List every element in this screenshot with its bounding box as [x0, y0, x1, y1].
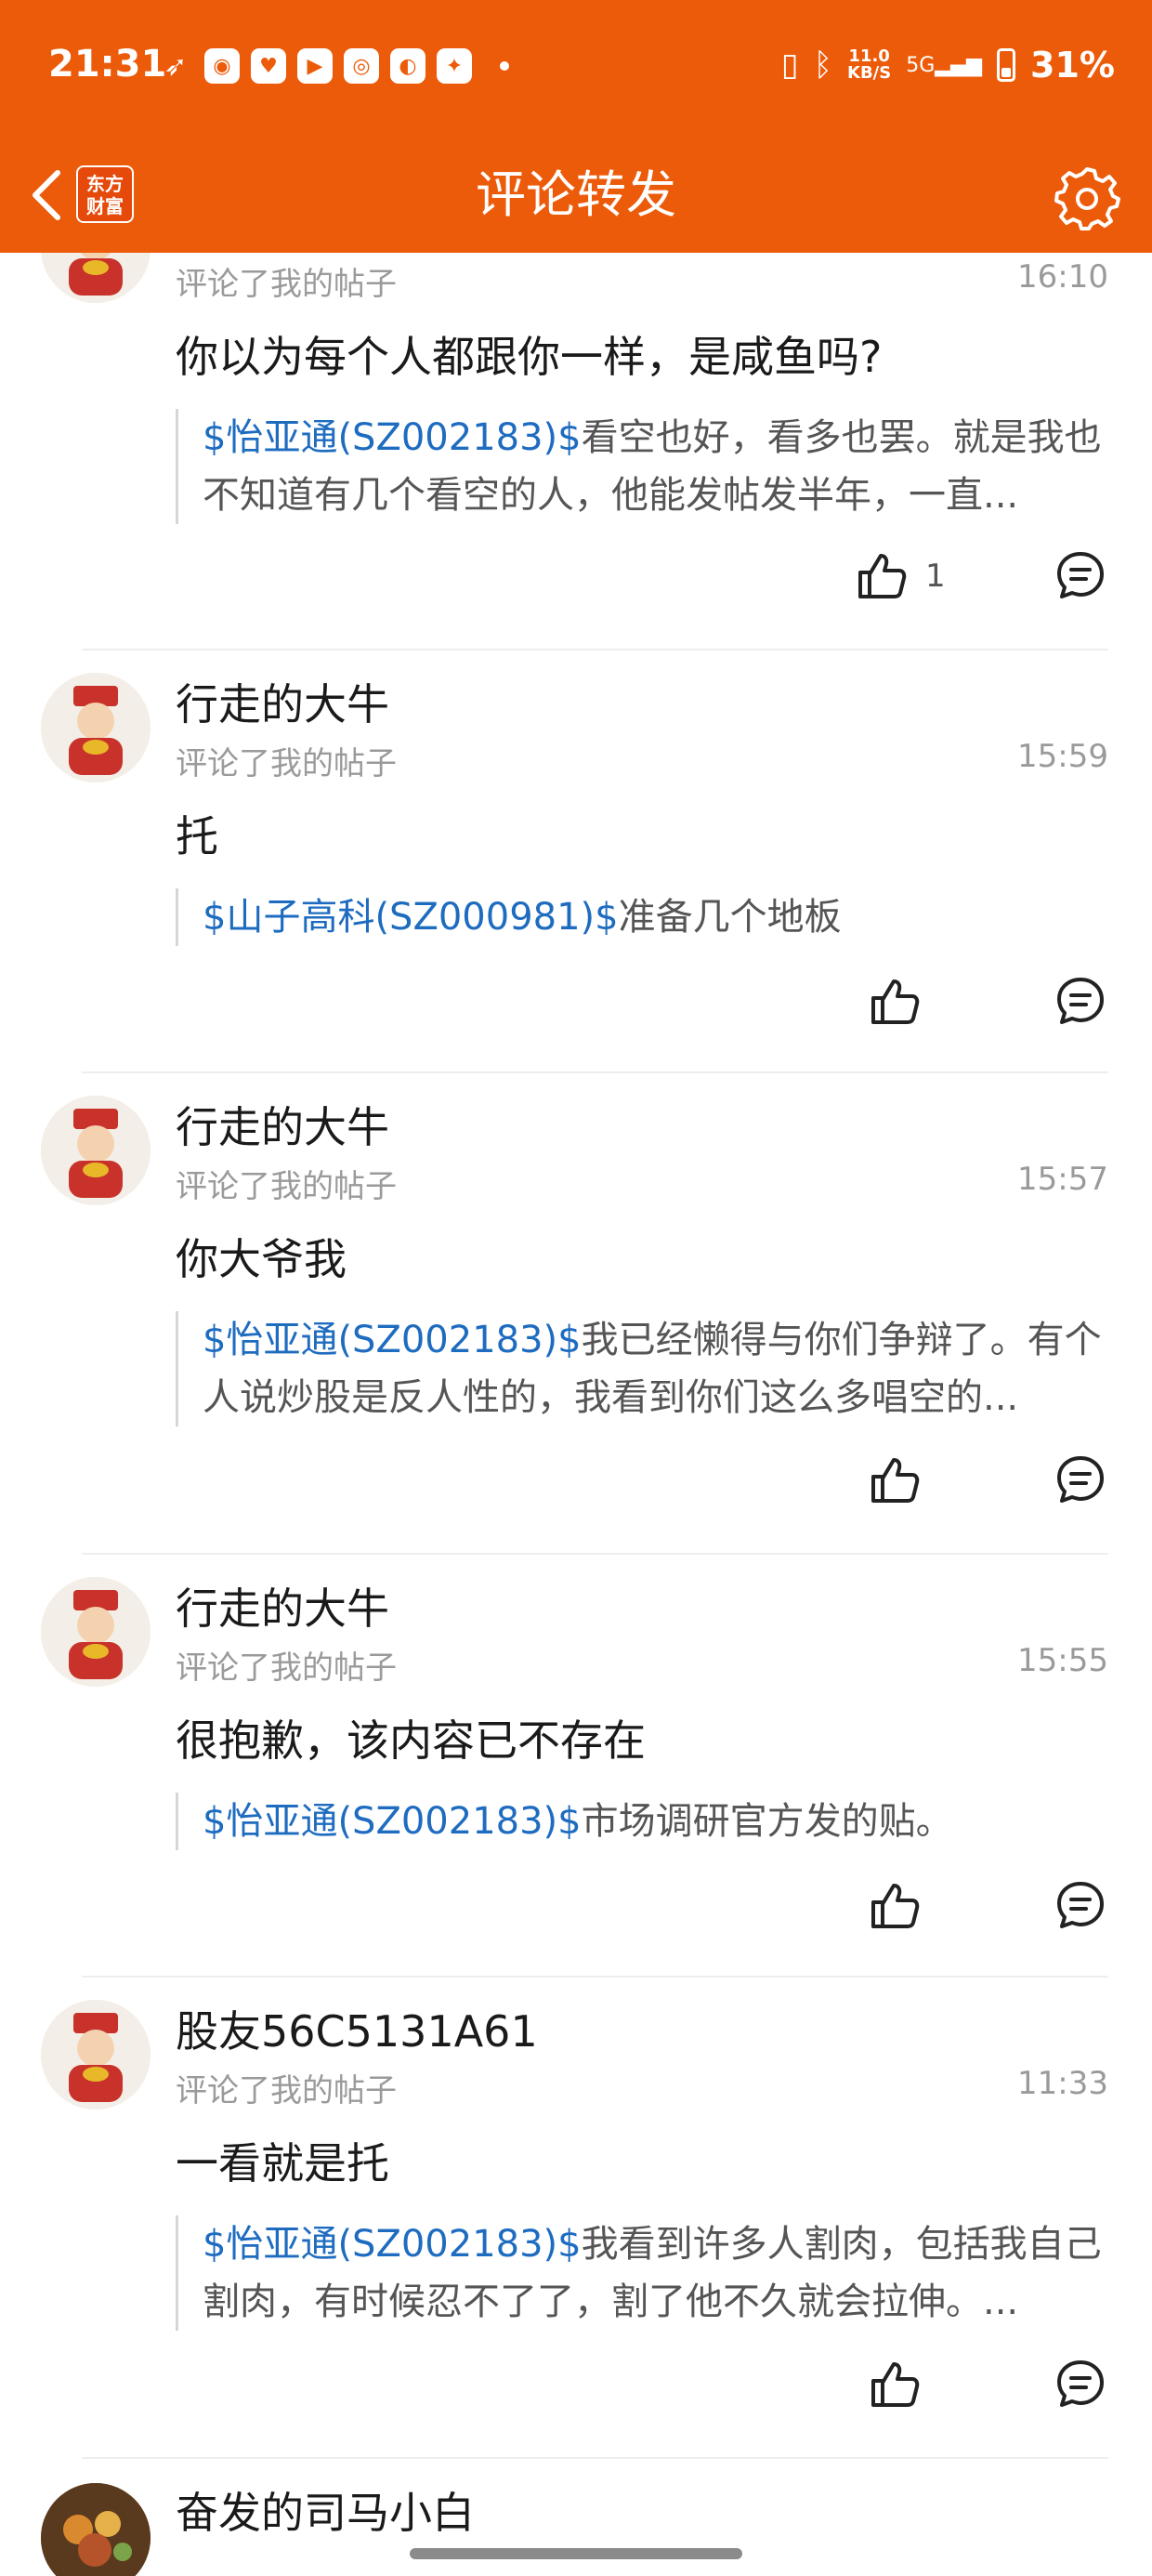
timestamp: 16:10	[1017, 258, 1108, 296]
reply-button[interactable]	[1055, 550, 1106, 604]
stock-link[interactable]: $怡亚通(SZ002183)$	[203, 416, 582, 459]
action-text: 评论了我的帖子	[176, 266, 397, 303]
avatar[interactable]	[41, 1577, 151, 1687]
list-item[interactable]: 行走的大牛 评论了我的帖子 15:59 托 $山子高科(SZ000981)$准备…	[0, 651, 1152, 1073]
like-count: 1	[925, 558, 946, 595]
list-item[interactable]: 股友56C5131A61 评论了我的帖子 11:33 一看就是托 $怡亚通(SZ…	[0, 1978, 1152, 2459]
comment-icon	[1057, 978, 1104, 1024]
action-text: 评论了我的帖子	[176, 2072, 397, 2109]
system-icons: ▯ ᛒ 11.0 KB/S 5G▂▄▆ 31%	[781, 45, 1115, 85]
nav-bar: 东方 财富 评论转发	[0, 139, 1152, 253]
comment-icon	[1057, 1882, 1104, 1928]
quoted-post[interactable]: $山子高科(SZ000981)$准备几个地板	[176, 888, 1105, 946]
weibo-icon: ◎	[344, 48, 379, 84]
caishen-avatar-icon	[41, 1577, 151, 1687]
app-header: 21:31 ➶ ◉ ♥ ▶ ◎ ◐ ✦ ▯ ᛒ 11.0 KB/S 5G▂▄▆ …	[0, 0, 1152, 253]
paper-plane-icon: ➶	[164, 49, 188, 83]
like-button[interactable]	[868, 1880, 920, 1932]
caishen-avatar-icon	[41, 673, 151, 782]
home-indicator[interactable]	[410, 2548, 742, 2559]
reply-button[interactable]	[1055, 1454, 1106, 1508]
comment-text: 一看就是托	[176, 2138, 389, 2188]
thumbs-up-icon	[871, 979, 920, 1024]
comment-text: 很抱歉，该内容已不存在	[176, 1715, 646, 1766]
like-button[interactable]	[868, 1454, 920, 1506]
browser-app-icon: ◐	[390, 48, 425, 84]
user-name[interactable]: 股友56C5131A61	[176, 1998, 538, 2059]
action-text: 评论了我的帖子	[176, 745, 397, 782]
gear-icon	[1054, 167, 1120, 230]
timestamp: 15:59	[1017, 738, 1108, 775]
like-button[interactable]	[868, 2359, 920, 2411]
avatar[interactable]	[41, 673, 151, 782]
battery-percent: 31%	[1030, 45, 1115, 85]
comment-icon	[1057, 552, 1104, 598]
comment-icon	[1057, 1456, 1104, 1503]
action-text: 评论了我的帖子	[176, 1649, 397, 1687]
user-name[interactable]: 奋发的司马小白	[176, 2479, 475, 2541]
list-item[interactable]: 行走的大牛 评论了我的帖子 15:57 你大爷我 $怡亚通(SZ002183)$…	[0, 1073, 1152, 1555]
game-app-icon: ✦	[437, 48, 472, 84]
reply-button[interactable]	[1055, 976, 1106, 1030]
timestamp: 15:57	[1017, 1161, 1108, 1198]
avatar[interactable]	[41, 2483, 151, 2576]
list-item[interactable]: 行走的大牛 评论了我的帖子 15:55 很抱歉，该内容已不存在 $怡亚通(SZ0…	[0, 1555, 1152, 1978]
reply-button[interactable]	[1055, 1880, 1106, 1934]
caishen-avatar-icon	[41, 1096, 151, 1205]
action-text: 评论了我的帖子	[176, 1168, 397, 1205]
like-button[interactable]: 1	[855, 550, 946, 602]
user-name[interactable]: 行走的大牛	[176, 1575, 389, 1636]
app-notification-icon: ◉	[204, 48, 240, 84]
signal-icon: 5G▂▄▆	[906, 53, 983, 77]
notification-icons: ➶ ◉ ♥ ▶ ◎ ◐ ✦	[158, 48, 509, 84]
vibrate-icon: ▯	[780, 46, 799, 84]
comment-text: 你以为每个人都跟你一样，是咸鱼吗?	[176, 332, 883, 382]
caishen-avatar-icon	[41, 2000, 151, 2109]
thumbs-up-icon	[858, 554, 907, 598]
user-name[interactable]: 行走的大牛	[176, 1094, 389, 1155]
page-title: 评论转发	[476, 165, 676, 224]
comment-icon	[1057, 2360, 1104, 2407]
avatar[interactable]	[41, 1096, 151, 1205]
timestamp: 15:55	[1017, 1642, 1108, 1679]
quoted-post[interactable]: $怡亚通(SZ002183)$我已经懒得与你们争辩了。有个人说炒股是反人性的，我…	[176, 1311, 1105, 1426]
stock-link[interactable]: $怡亚通(SZ002183)$	[203, 1800, 582, 1843]
thumbs-up-icon	[871, 1884, 920, 1928]
timestamp: 11:33	[1017, 2065, 1108, 2102]
avatar[interactable]	[41, 2000, 151, 2109]
more-notifications-dot	[500, 61, 509, 71]
network-speed: 11.0 KB/S	[847, 46, 892, 83]
status-time: 21:31	[48, 43, 167, 85]
video-app-icon: ▶	[297, 48, 333, 84]
food-avatar-icon	[41, 2483, 151, 2576]
stock-link[interactable]: $怡亚通(SZ002183)$	[203, 2223, 582, 2266]
user-name[interactable]: 行走的大牛	[176, 671, 389, 732]
thumbs-up-icon	[871, 2362, 920, 2407]
bluetooth-icon: ᛒ	[813, 46, 832, 84]
battery-icon	[997, 48, 1016, 82]
quoted-post[interactable]: $怡亚通(SZ002183)$我看到许多人割肉，包括我自己割肉，有时候忍不了了，…	[176, 2215, 1105, 2331]
quoted-post[interactable]: $怡亚通(SZ002183)$看空也好，看多也罢。就是我也不知道有几个看空的人，…	[176, 409, 1105, 524]
thumbs-up-icon	[871, 1458, 920, 1503]
quoted-post[interactable]: $怡亚通(SZ002183)$市场调研官方发的贴。	[176, 1793, 1105, 1850]
status-bar: 21:31 ➶ ◉ ♥ ▶ ◎ ◐ ✦ ▯ ᛒ 11.0 KB/S 5G▂▄▆ …	[0, 0, 1152, 139]
reply-button[interactable]	[1055, 2359, 1106, 2412]
like-button[interactable]	[868, 976, 920, 1028]
stock-link[interactable]: $山子高科(SZ000981)$	[203, 896, 619, 939]
comment-text: 托	[176, 811, 218, 861]
comment-text: 你大爷我	[176, 1234, 347, 1284]
stock-link[interactable]: $怡亚通(SZ002183)$	[203, 1319, 582, 1361]
settings-button[interactable]	[1050, 160, 1124, 234]
heart-app-icon: ♥	[251, 48, 286, 84]
